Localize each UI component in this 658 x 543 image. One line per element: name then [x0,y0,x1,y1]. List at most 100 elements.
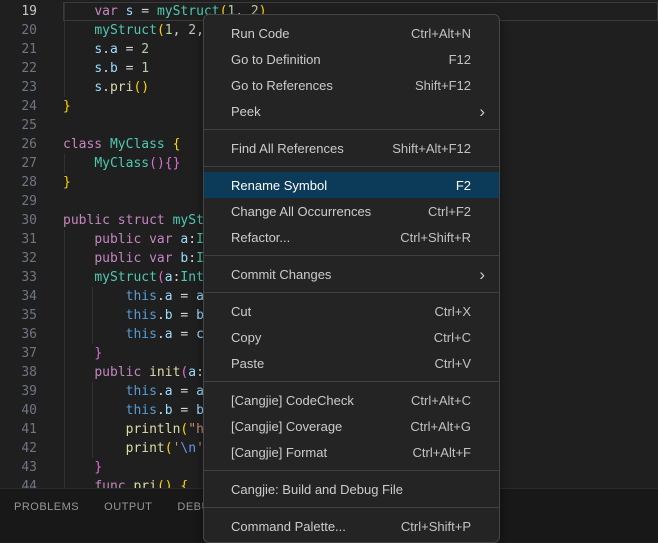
panel-tab-output[interactable]: OUTPUT [104,501,152,513]
indent-guide [64,154,65,173]
indent-guide [64,344,65,363]
indent-guide [64,306,65,325]
code-token: } [94,460,102,475]
code-token: b [165,308,173,323]
code-token: . [157,327,165,342]
code-token: ( [149,156,157,171]
line-number: 30 [0,211,37,230]
menu-item-change-all-occurrences[interactable]: Change All OccurrencesCtrl+F2 [204,198,499,224]
code-token: } [173,156,181,171]
menu-item-shortcut: Ctrl+Alt+G [410,419,471,434]
menu-item-cangjie-format[interactable]: [Cangjie] FormatCtrl+Alt+F [204,439,499,465]
panel-tab-problems[interactable]: PROBLEMS [14,501,79,513]
code-token [63,441,126,456]
code-token: class [63,137,102,152]
code-text: public var b:I [63,249,204,268]
menu-item-shortcut: F12 [449,52,471,67]
code-token: s [94,61,102,76]
line-number: 31 [0,230,37,249]
menu-item-label: Commit Changes [231,267,331,282]
code-text: s.pri() [63,78,149,97]
menu-item-label: Change All Occurrences [231,204,371,219]
line-number: 19 [0,2,37,21]
menu-item-shortcut: Ctrl+Alt+F [412,445,471,460]
menu-item-cangjie-codecheck[interactable]: [Cangjie] CodeCheckCtrl+Alt+C [204,387,499,413]
menu-item-cangjie-coverage[interactable]: [Cangjie] CoverageCtrl+Alt+G [204,413,499,439]
menu-item-paste[interactable]: PasteCtrl+V [204,350,499,376]
code-token: MyClass [94,156,149,171]
code-token: . [157,289,165,304]
code-token: this [126,289,157,304]
menu-item-run-code[interactable]: Run CodeCtrl+Alt+N [204,20,499,46]
code-token [63,23,94,38]
menu-item-peek[interactable]: Peek › [204,98,499,124]
code-token: pri [110,80,133,95]
menu-item-cut[interactable]: CutCtrl+X [204,298,499,324]
line-number: 29 [0,192,37,211]
code-token [63,42,94,57]
code-token: this [126,384,157,399]
indent-guide [64,21,65,40]
indent-guide [64,59,65,78]
menu-item-copy[interactable]: Copy Ctrl+C [204,324,499,350]
code-token: mySt [173,213,204,228]
menu-item-shortcut: Ctrl+Alt+C [411,393,471,408]
line-number: 32 [0,249,37,268]
menu-item-rename-symbol[interactable]: Rename SymbolF2 [204,172,499,198]
line-number: 39 [0,382,37,401]
code-token: a [165,270,173,285]
menu-separator [204,507,499,508]
code-token: public [94,232,141,247]
code-token: println [126,422,181,437]
code-token [63,4,94,19]
submenu-chevron-icon: › [479,103,485,120]
indent-guide [64,325,65,344]
line-number: 35 [0,306,37,325]
menu-item-go-to-definition[interactable]: Go to DefinitionF12 [204,46,499,72]
menu-item-label: Peek [231,104,261,119]
menu-item-label: Copy [231,330,261,345]
line-number: 41 [0,420,37,439]
code-token: = [133,4,156,19]
code-token [141,251,149,266]
line-number: 26 [0,135,37,154]
menu-item-commit-changes[interactable]: Commit Changes› [204,261,499,287]
code-token: a [165,384,173,399]
menu-item-cangjie-build-and-debug-file[interactable]: Cangjie: Build and Debug File [204,476,499,502]
line-number: 37 [0,344,37,363]
code-token: myStruct [94,23,157,38]
code-token: ( [157,23,165,38]
menu-item-label: Paste [231,356,264,371]
menu-item-shortcut: Ctrl+C [434,330,471,345]
context-menu: Run CodeCtrl+Alt+NGo to DefinitionF12Go … [203,14,500,543]
menu-item-shortcut: F2 [456,178,471,193]
code-token: var [149,251,172,266]
menu-item-refactor[interactable]: Refactor...Ctrl+Shift+R [204,224,499,250]
menu-item-command-palette[interactable]: Command Palette...Ctrl+Shift+P [204,513,499,539]
code-token: } [94,346,102,361]
code-text: public struct mySt [63,211,204,230]
line-number: 40 [0,401,37,420]
line-number: 43 [0,458,37,477]
code-token: } [63,99,71,114]
menu-item-go-to-references[interactable]: Go to ReferencesShift+F12 [204,72,499,98]
menu-item-shortcut: Ctrl+Alt+N [411,26,471,41]
menu-item-label: Go to References [231,78,333,93]
code-token: this [126,327,157,342]
code-token: 2 [141,42,149,57]
line-number: 25 [0,116,37,135]
code-text: this.a = c [63,325,204,344]
code-token [63,327,126,342]
code-token: 2 [188,23,196,38]
code-token: . [102,61,110,76]
line-number: 36 [0,325,37,344]
code-text: } [63,344,102,363]
indent-guide [64,363,65,382]
line-number: 22 [0,59,37,78]
line-number: 34 [0,287,37,306]
code-token [141,365,149,380]
code-token: = [173,403,196,418]
line-number: 28 [0,173,37,192]
menu-separator [204,166,499,167]
menu-item-find-all-references[interactable]: Find All ReferencesShift+Alt+F12 [204,135,499,161]
